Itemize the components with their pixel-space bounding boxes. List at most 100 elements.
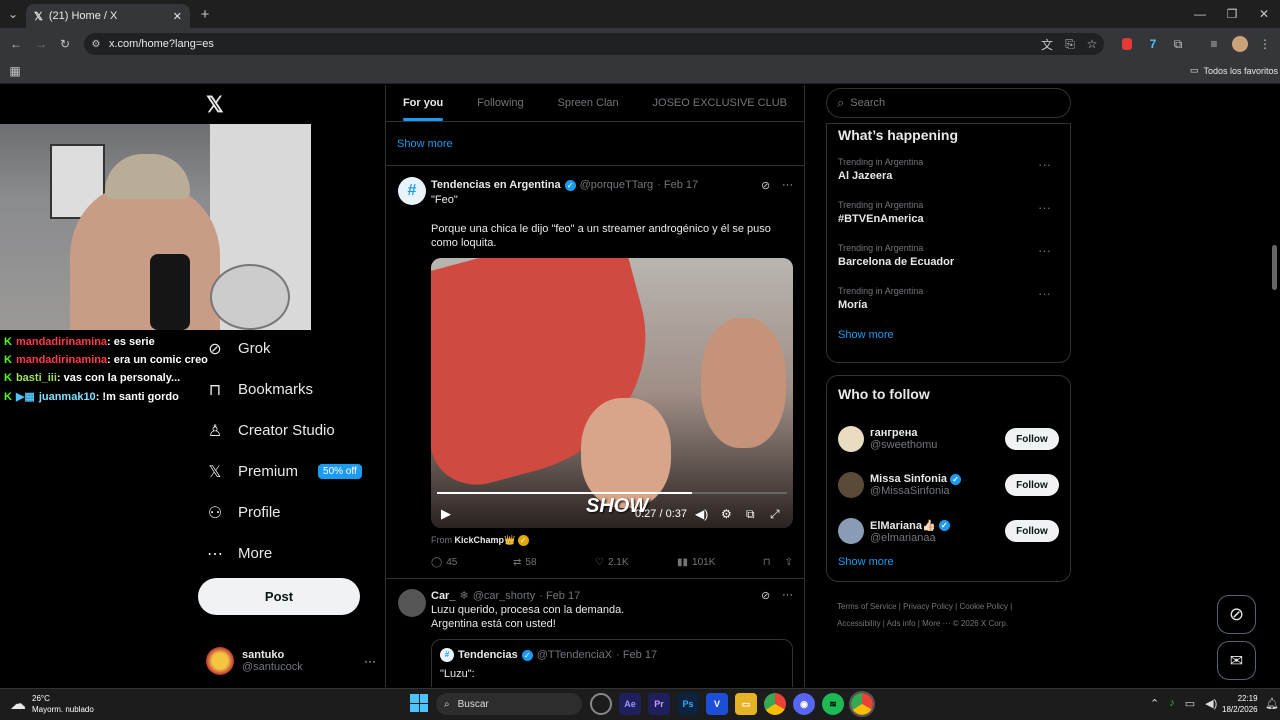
speaker-icon[interactable]: ◀): [1205, 697, 1217, 710]
forward-icon[interactable]: →: [33, 36, 49, 52]
bookmark-tweet-icon[interactable]: ⊓: [763, 557, 771, 568]
trend-item[interactable]: Trending in Argentina #BTVEnAmerica ···: [838, 200, 1059, 243]
footer-link[interactable]: Cookie Policy: [959, 602, 1007, 611]
trend-more-icon[interactable]: ···: [1038, 157, 1051, 172]
follow-button[interactable]: Follow: [1005, 520, 1059, 542]
play-icon[interactable]: ▶: [441, 506, 451, 522]
follow-suggestion[interactable]: ElMariana👍🏻 ✓ @elmarianaa Follow: [838, 508, 1059, 554]
chrome-active-icon[interactable]: [849, 691, 875, 717]
reply-button[interactable]: ◯ 45: [431, 557, 513, 568]
footer-link[interactable]: Accessibility: [837, 619, 881, 628]
taskbar-search[interactable]: ⌕ Buscar: [436, 693, 582, 715]
account-switcher[interactable]: santuko @santucock ···: [206, 641, 376, 681]
volume-icon[interactable]: ◀): [695, 507, 708, 521]
close-window-icon[interactable]: ✕: [1256, 6, 1272, 22]
clock[interactable]: 22:19 18/2/2026: [1222, 693, 1258, 715]
reading-list-icon[interactable]: ≡: [1206, 36, 1222, 52]
fullscreen-icon[interactable]: ⤢: [770, 507, 780, 522]
minimize-icon[interactable]: —: [1192, 6, 1208, 22]
tweet[interactable]: # Tendencias en Argentina ✓ @porqueTTarg…: [386, 167, 804, 579]
back-icon[interactable]: ←: [8, 36, 24, 52]
trend-item[interactable]: Trending in Argentina Moría ···: [838, 286, 1059, 329]
site-info-icon[interactable]: ⚙: [90, 37, 102, 51]
follow-button[interactable]: Follow: [1005, 428, 1059, 450]
start-button[interactable]: [410, 694, 428, 712]
repost-button[interactable]: ⇄ 58: [513, 557, 595, 568]
menu-dots-icon[interactable]: ⋮: [1257, 36, 1273, 52]
tweet-author[interactable]: Tendencias en Argentina: [431, 179, 561, 191]
install-icon[interactable]: ⎘: [1062, 36, 1078, 52]
messages-float-button[interactable]: ✉: [1217, 641, 1256, 680]
tweet-author[interactable]: Car_: [431, 590, 455, 602]
reload-icon[interactable]: ↻: [57, 36, 73, 52]
tab-joseo-exclusive-club[interactable]: JOSEO EXCLUSIVE CLUB: [653, 97, 788, 109]
settings-icon[interactable]: ⚙: [721, 507, 732, 521]
star-icon[interactable]: ☆: [1084, 36, 1100, 52]
trend-item[interactable]: Trending in Argentina Al Jazeera ···: [838, 157, 1059, 200]
show-more-link[interactable]: Show more: [386, 122, 804, 166]
extension-red-icon[interactable]: [1122, 38, 1132, 50]
views-button[interactable]: ▮▮ 101K: [677, 557, 759, 568]
trends-show-more[interactable]: Show more: [838, 329, 1059, 341]
nav-item-creator-studio[interactable]: ♙ Creator Studio: [190, 410, 380, 451]
photoshop-icon[interactable]: Ps: [677, 693, 699, 715]
pip-icon[interactable]: ⧉: [746, 507, 755, 522]
close-tab-icon[interactable]: ✕: [173, 10, 182, 23]
chrome-icon[interactable]: [764, 693, 786, 715]
browser-tab[interactable]: 𝕏 (21) Home / X ✕: [26, 4, 190, 28]
file-explorer-icon[interactable]: ▭: [735, 693, 757, 715]
profile-avatar[interactable]: [1232, 36, 1248, 52]
footer-link[interactable]: Privacy Policy: [903, 602, 953, 611]
tweet-date[interactable]: · Feb 17: [657, 179, 698, 191]
spotify-icon[interactable]: ≋: [822, 693, 844, 715]
follow-suggestion[interactable]: Missa Sinfonia ✓ @MissaSinfonia Follow: [838, 462, 1059, 508]
tweet[interactable]: Car_ ❄ @car_shorty · Feb 17 ⊘ ··· Luzu q…: [386, 579, 804, 687]
apps-grid-icon[interactable]: ▦: [8, 64, 22, 78]
nav-item-profile[interactable]: ⚇ Profile: [190, 492, 380, 533]
footer-link[interactable]: Terms of Service: [837, 602, 897, 611]
tab-following[interactable]: Following: [477, 97, 523, 109]
extension-7tv-icon[interactable]: 7: [1145, 36, 1161, 52]
tweet-avatar[interactable]: #: [398, 177, 426, 205]
quote-tweet[interactable]: # Tendencias ✓ @TTendenciaX · Feb 17 "Lu…: [431, 639, 793, 687]
extensions-icon[interactable]: ⧉: [1170, 36, 1186, 52]
nav-item-more[interactable]: ⋯ More: [190, 533, 380, 574]
trend-item[interactable]: Trending in Argentina Barcelona de Ecuad…: [838, 243, 1059, 286]
follow-show-more[interactable]: Show more: [838, 556, 1059, 568]
translate-icon[interactable]: 文: [1039, 36, 1055, 52]
follow-button[interactable]: Follow: [1005, 474, 1059, 496]
nav-item-premium[interactable]: 𝕏 Premium 50% off: [190, 451, 380, 492]
vegas-icon[interactable]: V: [706, 693, 728, 715]
discord-icon[interactable]: ◉: [793, 693, 815, 715]
trend-more-icon[interactable]: ···: [1038, 200, 1051, 215]
tweet-more-icon[interactable]: ···: [782, 589, 793, 601]
tweet-more-icon[interactable]: ···: [782, 179, 793, 191]
weather-widget[interactable]: ☁ 26°C Mayorm. nublado: [10, 693, 94, 715]
after-effects-icon[interactable]: Ae: [619, 693, 641, 715]
tab-spreen-clan[interactable]: Spreen Clan: [558, 97, 619, 109]
footer-link[interactable]: More ···: [922, 619, 950, 628]
like-button[interactable]: ♡ 2.1K: [595, 557, 677, 568]
tray-chevron-icon[interactable]: ⌃: [1150, 697, 1159, 710]
tweet-video[interactable]: SHOW ▶ 0:27 / 0:37 ◀) ⚙ ⧉ ⤢: [431, 258, 793, 528]
footer-link[interactable]: Ads info: [887, 619, 916, 628]
tweet-date[interactable]: · Feb 17: [539, 590, 580, 602]
search-input[interactable]: [850, 97, 1041, 109]
microphone-icon[interactable]: ♪: [1169, 697, 1175, 710]
page-scrollbar[interactable]: [1272, 245, 1277, 290]
trend-more-icon[interactable]: ···: [1038, 243, 1051, 258]
grok-analyze-icon[interactable]: ⊘: [761, 589, 770, 602]
search-box[interactable]: ⌕: [826, 88, 1071, 118]
trend-more-icon[interactable]: ···: [1038, 286, 1051, 301]
new-tab-icon[interactable]: +: [197, 6, 213, 23]
restore-icon[interactable]: ❐: [1224, 6, 1240, 22]
grok-analyze-icon[interactable]: ⊘: [761, 179, 770, 192]
grok-float-button[interactable]: ⊘: [1217, 595, 1256, 634]
tab-search-icon[interactable]: ⌄: [5, 6, 21, 22]
address-bar[interactable]: x.com/home?lang=es: [84, 33, 1104, 55]
share-icon[interactable]: ⇪: [785, 557, 793, 568]
notifications-icon[interactable]: 🔔︎: [1265, 697, 1279, 710]
copilot-icon[interactable]: [590, 693, 612, 715]
tab-for-you[interactable]: For you: [402, 97, 444, 121]
follow-suggestion[interactable]: гангрена @sweethomu Follow: [838, 416, 1059, 462]
